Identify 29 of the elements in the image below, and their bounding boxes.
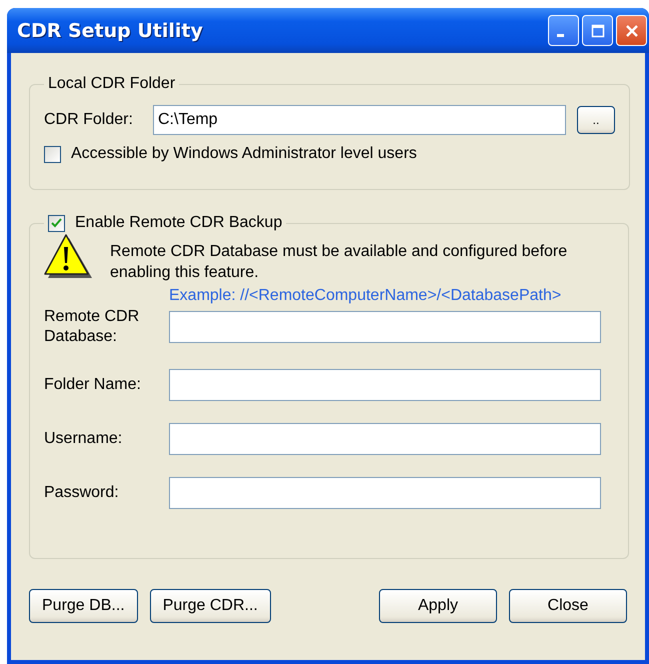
apply-button[interactable]: Apply	[379, 589, 497, 623]
maximize-button[interactable]	[582, 15, 613, 46]
close-button[interactable]: Close	[509, 589, 627, 623]
checkbox-label: Enable Remote CDR Backup	[75, 214, 282, 232]
input-field[interactable]	[169, 477, 601, 509]
folder-field[interactable]: C:\Temp	[153, 105, 566, 135]
checkbox-label: Accessible by Windows Administrator level users	[71, 145, 417, 163]
browse-button[interactable]: ..	[577, 106, 615, 134]
checkbox[interactable]	[44, 146, 61, 162]
close-icon	[624, 24, 638, 38]
field-label: Folder Name:	[44, 375, 142, 395]
input-field[interactable]	[169, 369, 601, 401]
window-title: CDR Setup Utility	[17, 20, 203, 42]
field-label: CDR Folder:	[44, 111, 134, 129]
field-label: Password:	[44, 483, 120, 503]
group-label: Local CDR Folder	[47, 75, 176, 93]
minimize-icon	[557, 34, 564, 37]
purge-button[interactable]: Purge DB...	[29, 589, 138, 623]
purge-button[interactable]: Purge CDR...	[150, 589, 271, 623]
minimize-button[interactable]	[548, 15, 579, 46]
maximize-icon	[590, 24, 604, 38]
field-label: Username:	[44, 429, 124, 449]
field-label: Remote CDR Database:	[44, 307, 140, 347]
input-field[interactable]	[169, 423, 601, 455]
input-field[interactable]	[169, 311, 601, 343]
warning-text: Remote CDR Database must be available and configured before enabling this feature.	[110, 242, 568, 283]
example-hint: Example: //<RemoteComputerName>/<DatabasePath>	[169, 287, 562, 305]
checkbox[interactable]	[48, 214, 65, 232]
close-button[interactable]	[616, 15, 647, 46]
